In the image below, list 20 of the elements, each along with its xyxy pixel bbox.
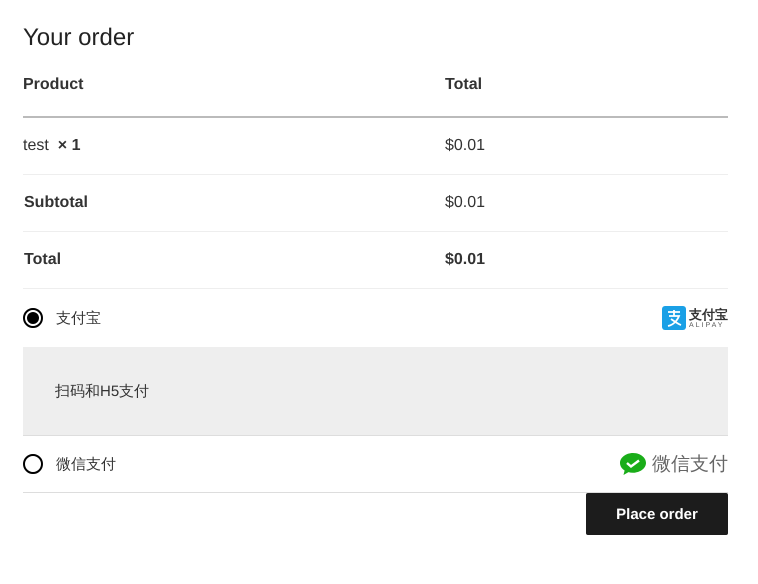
item-total: $0.01 [445,137,486,155]
payment-description: 扫码和H5支付 [23,347,728,435]
chat-bubble-check-icon [619,452,647,476]
place-order-button[interactable]: Place order [586,493,728,535]
total-label: Total [23,251,62,269]
subtotal-label: Subtotal [23,194,89,212]
payment-method-label: 支付宝 [56,308,102,328]
column-header: Total [445,75,484,94]
logo-text: 支付宝 [689,308,728,320]
column-header: Product [23,75,84,94]
section-title: Your order [23,24,136,52]
logo-text: 微信支付 [652,453,728,477]
subtotal-value: $0.01 [445,194,486,212]
total-value: $0.01 [445,251,486,269]
payment-method-label: 微信支付 [56,454,117,474]
radio-button[interactable] [23,454,43,474]
radio-button[interactable] [23,308,43,328]
alipay-logo-icon [662,306,686,330]
product-quantity: × 1 [58,137,80,154]
product-name: test [23,137,49,154]
